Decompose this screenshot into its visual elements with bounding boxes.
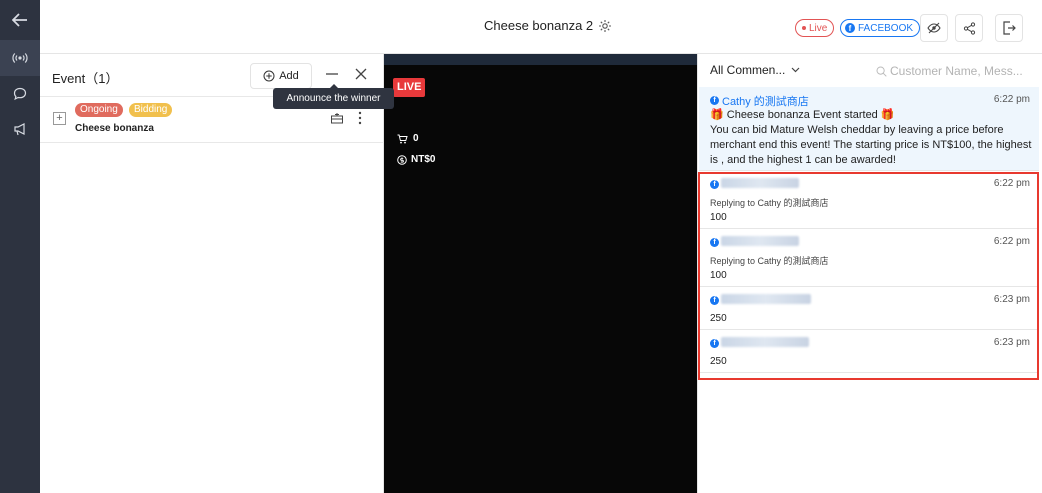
rail-chat-button[interactable] [0,76,40,112]
cart-icon [397,134,408,143]
cart-count: 0 [397,133,419,144]
eye-icon [927,22,941,34]
comment-text-line2: You can bid Mature Welsh cheddar by leav… [710,124,1032,166]
comment-search-placeholder: Customer Name, Mess... [890,64,1023,78]
event-panel: Event（1） Add + Ongoing Bidding Cheese bo… [40,54,384,493]
status-badge-ongoing: Ongoing [75,103,123,117]
search-icon [876,66,887,77]
comment-text: 🎁 Cheese bonanza Event started 🎁 You can… [710,108,1032,168]
blurred-username [721,236,799,246]
facebook-icon: f [710,96,719,105]
comment-filter-dropdown[interactable]: All Commen... [710,63,800,77]
back-arrow-icon [12,13,27,27]
blurred-username [721,337,809,347]
comment-message: 100 [710,212,727,223]
app-root: Cheese bonanza 2 Live f FACEBOOK Event（1… [0,0,1042,493]
share-button[interactable] [955,14,983,42]
chevron-down-icon [791,67,800,73]
blurred-username [721,178,799,188]
comment-time: 6:22 pm [993,236,1030,247]
share-icon [963,21,975,35]
plus-circle-icon [263,70,275,82]
comment-time: 6:23 pm [993,337,1030,348]
comment-list: f Cathy 的測試商店 6:22 pm 🎁 Cheese bonanza E… [699,87,1039,373]
more-vertical-icon[interactable] [356,111,364,125]
back-button[interactable] [0,2,40,38]
comment-filter-label: All Commen... [710,63,786,77]
list-item[interactable]: f 6:22 pm Replying to Cathy 的測試商店 100 [699,229,1039,287]
add-event-label: Add [279,70,299,82]
megaphone-icon [13,123,25,136]
list-item[interactable]: f 6:23 pm 250 [699,287,1039,330]
live-status-badge: Live [795,19,835,37]
sales-amount-value: NT$0 [411,154,436,165]
minus-icon[interactable] [324,66,340,82]
platform-label: FACEBOOK [858,22,914,34]
comment-text-line1: 🎁 Cheese bonanza Event started 🎁 [710,109,895,121]
list-item[interactable]: f Cathy 的測試商店 6:22 pm 🎁 Cheese bonanza E… [699,87,1039,171]
exit-icon [1003,21,1016,35]
live-video-player[interactable]: LIVE 0 NT$0 [384,54,697,493]
event-panel-title: Event（1） [52,71,119,86]
announce-winner-tooltip: Announce the winner [273,84,394,109]
facebook-icon: f [710,238,719,247]
blurred-username [721,294,811,304]
exit-button[interactable] [995,14,1023,42]
event-name: Cheese bonanza [75,123,154,134]
comment-time: 6:22 pm [993,178,1030,189]
live-dot-icon [802,26,806,30]
gear-icon[interactable] [598,19,612,33]
left-rail [0,0,40,493]
platform-badge: f FACEBOOK [840,19,921,37]
list-item[interactable]: f 6:23 pm 250 [699,330,1039,373]
top-header: Cheese bonanza 2 Live f FACEBOOK [40,0,1042,54]
facebook-icon: f [710,180,719,189]
comment-message: 250 [710,313,727,324]
facebook-icon: f [710,296,719,305]
page-title: Cheese bonanza 2 [484,18,612,33]
facebook-icon: f [845,23,855,33]
video-top-bar [384,54,697,65]
live-status-label: Live [809,22,828,34]
list-item[interactable]: f 6:22 pm Replying to Cathy 的測試商店 100 [699,171,1039,229]
cart-count-value: 0 [413,133,419,144]
status-badge-bidding: Bidding [129,103,173,117]
comment-search-input[interactable]: Customer Name, Mess... [876,64,1023,78]
comment-message: 250 [710,356,727,367]
comment-time: 6:22 pm [993,94,1030,105]
comment-time: 6:23 pm [993,294,1030,305]
coin-icon [397,154,407,165]
add-event-button[interactable]: Add [250,63,312,89]
close-icon[interactable] [353,66,369,82]
rail-live-button[interactable] [0,40,40,76]
reply-to-label: Replying to Cathy 的測試商店 [710,198,829,208]
comment-message: 100 [710,270,727,281]
facebook-icon: f [710,339,719,348]
comments-panel: All Commen... Customer Name, Mess... f C… [697,54,1042,493]
sales-amount: NT$0 [397,154,435,165]
page-title-text: Cheese bonanza 2 [484,18,594,33]
rail-announce-button[interactable] [0,111,40,147]
comment-sender: Cathy 的測試商店 [722,96,809,108]
broadcast-icon [12,53,28,63]
chat-bubble-icon [13,87,27,101]
preview-button[interactable] [920,14,948,42]
live-badge: LIVE [393,78,426,97]
expand-toggle[interactable]: + [53,112,66,125]
award-icon[interactable] [330,112,344,124]
reply-to-label: Replying to Cathy 的測試商店 [710,256,829,266]
